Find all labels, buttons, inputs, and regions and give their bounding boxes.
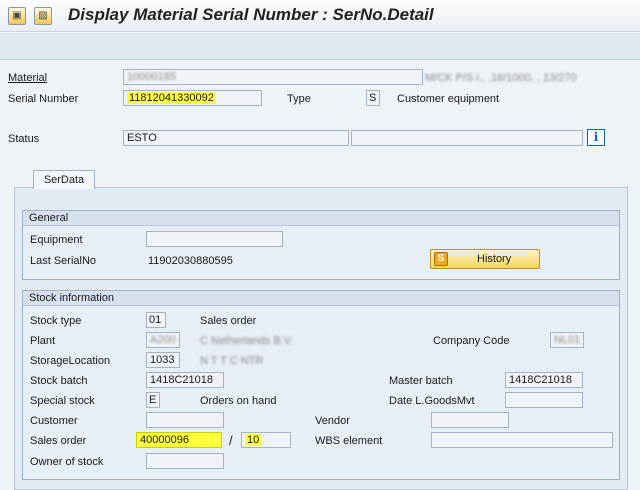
history-button-label: History [477, 253, 512, 265]
application-toolbar [0, 33, 640, 60]
customer-field[interactable] [146, 412, 224, 428]
customer-label: Customer [30, 415, 78, 427]
type-label: Type [287, 93, 311, 105]
general-heading: General [23, 211, 619, 226]
history-button[interactable]: S History [430, 249, 540, 269]
stock-information-heading: Stock information [23, 291, 619, 306]
master-batch-label: Master batch [389, 375, 453, 387]
material-field[interactable]: 10000185 [123, 69, 423, 85]
stock-type-field[interactable]: 01 [146, 312, 166, 328]
sales-order-field[interactable]: 40000096 [136, 432, 222, 448]
last-serialno-label: Last SerialNo [30, 255, 97, 267]
storage-location-description: N T T C NTR [200, 355, 264, 367]
date-goods-movement-label: Date L.GoodsMvt [389, 395, 475, 407]
date-goods-movement-field[interactable] [505, 392, 583, 408]
title-bar: ▣ ▨ Display Material Serial Number : Ser… [0, 0, 640, 32]
status-field[interactable]: ESTO [123, 130, 349, 146]
sales-order-item-field[interactable]: 10 [241, 432, 291, 448]
material-label: Material [8, 72, 48, 84]
page-title: Display Material Serial Number : SerNo.D… [68, 5, 434, 24]
tab-serdata[interactable]: SerData [33, 170, 95, 189]
plant-description: C Netherlands B.V. [200, 335, 294, 347]
info-icon[interactable]: i [587, 129, 605, 146]
stock-batch-label: Stock batch [30, 375, 88, 387]
special-stock-field[interactable]: E [146, 392, 160, 408]
serial-number-label: Serial Number [8, 93, 79, 105]
system-menu-icon[interactable]: ▣ [8, 7, 26, 25]
master-batch-field[interactable]: 1418C21018 [505, 372, 583, 388]
storage-location-label: StorageLocation [30, 355, 111, 367]
save-icon[interactable]: ▨ [34, 7, 52, 25]
material-description: M/CK P/S i., .16/1000, , 13/270 [425, 72, 577, 84]
sales-order-separator: / [229, 433, 233, 448]
stock-type-description: Sales order [200, 315, 257, 327]
owner-of-stock-field[interactable] [146, 453, 224, 469]
status-field-2[interactable] [351, 130, 583, 146]
sales-order-label: Sales order [30, 435, 87, 447]
owner-of-stock-label: Owner of stock [30, 456, 104, 468]
special-stock-description: Orders on hand [200, 395, 277, 407]
vendor-label: Vendor [315, 415, 350, 427]
storage-location-field[interactable]: 1033 [146, 352, 180, 368]
plant-label: Plant [30, 335, 56, 347]
company-code-label: Company Code [433, 335, 510, 347]
general-group: General [22, 210, 620, 280]
last-serialno-value: 11902030880595 [148, 255, 233, 267]
type-description: Customer equipment [397, 93, 500, 105]
company-code-field[interactable]: NL01 [550, 332, 584, 348]
equipment-label: Equipment [30, 234, 83, 246]
type-field[interactable]: S [366, 90, 380, 106]
wbs-element-field[interactable] [431, 432, 613, 448]
stock-type-label: Stock type [30, 315, 82, 327]
special-stock-label: Special stock [30, 395, 95, 407]
stock-batch-field[interactable]: 1418C21018 [146, 372, 224, 388]
status-label: Status [8, 133, 40, 145]
plant-field[interactable]: A200 [146, 332, 180, 348]
equipment-field[interactable] [146, 231, 283, 247]
serial-number-field[interactable]: 11812041330092 [123, 90, 262, 106]
vendor-field[interactable] [431, 412, 509, 428]
history-icon: S [434, 252, 448, 266]
wbs-element-label: WBS element [315, 435, 383, 447]
